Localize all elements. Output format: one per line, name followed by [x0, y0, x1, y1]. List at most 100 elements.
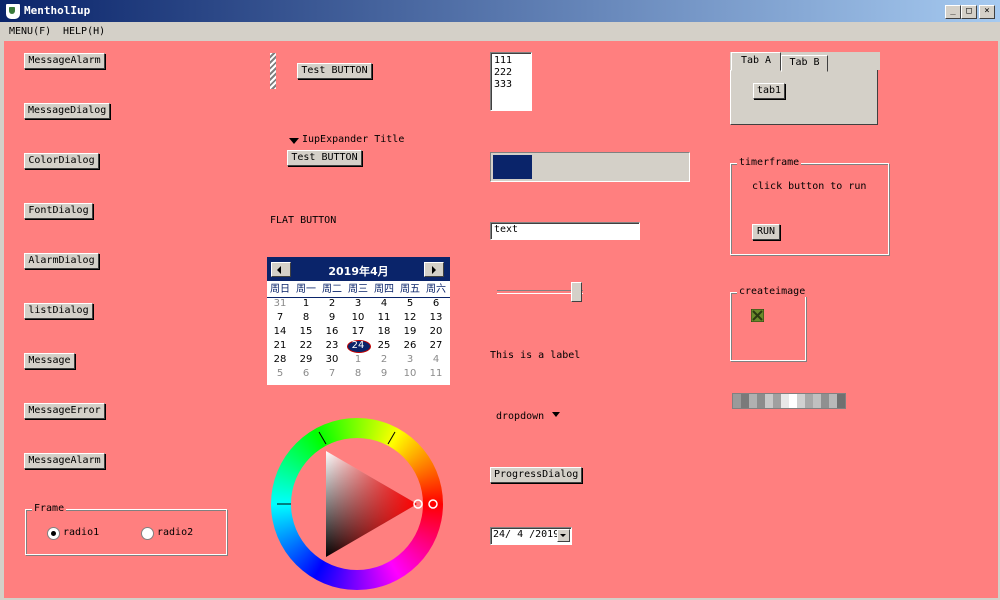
message-alarm-button-2[interactable]: MessageAlarm	[24, 453, 105, 469]
calendar-day[interactable]: 15	[293, 325, 319, 339]
calendar-day[interactable]: 20	[423, 325, 449, 339]
calendar-day[interactable]: 22	[293, 339, 319, 353]
calendar-day[interactable]: 9	[371, 367, 397, 381]
message-dialog-button[interactable]: MessageDialog	[24, 103, 110, 119]
calendar-day[interactable]: 12	[397, 311, 423, 325]
calendar-day[interactable]: 3	[345, 297, 371, 311]
createimage-frame: createimage	[730, 286, 808, 361]
calendar-day[interactable]: 4	[371, 297, 397, 311]
menu-item-menu[interactable]: MENU(F)	[9, 26, 51, 37]
message-button[interactable]: Message	[24, 353, 75, 369]
calendar-day[interactable]: 11	[371, 311, 397, 325]
minimize-button[interactable]: _	[945, 5, 961, 19]
date-picker[interactable]: 24/ 4 /2019	[490, 527, 572, 545]
dropdown[interactable]: dropdown	[496, 411, 544, 422]
gray-swatch	[781, 394, 789, 408]
slider-thumb[interactable]	[571, 282, 582, 302]
timer-frame: timerframe	[730, 157, 889, 255]
calendar-day[interactable]: 7	[267, 311, 293, 325]
hue-picker-marker	[428, 499, 438, 509]
expander-toggle-icon[interactable]	[289, 138, 299, 144]
calendar-day[interactable]: 10	[345, 311, 371, 325]
calendar-day[interactable]: 25	[371, 339, 397, 353]
calendar-day[interactable]: 21	[267, 339, 293, 353]
calendar-day[interactable]: 4	[423, 353, 449, 367]
gray-swatch	[749, 394, 757, 408]
test-button[interactable]: Test BUTTON	[297, 63, 372, 79]
expander-test-button[interactable]: Test BUTTON	[287, 150, 362, 166]
weekday-label: 周三	[348, 284, 368, 295]
calendar-day[interactable]: 11	[423, 367, 449, 381]
calendar-day[interactable]: 2	[319, 297, 345, 311]
list-item[interactable]: 333	[494, 79, 512, 91]
calendar-day[interactable]: 2	[371, 353, 397, 367]
calendar-day[interactable]: 7	[319, 367, 345, 381]
radio2-button[interactable]	[141, 527, 154, 540]
calendar-next-icon[interactable]	[424, 262, 444, 277]
maximize-button[interactable]: □	[961, 5, 977, 19]
calendar-day[interactable]: 14	[267, 325, 293, 339]
progress-dialog-button[interactable]: ProgressDialog	[490, 467, 582, 483]
font-dialog-button[interactable]: FontDialog	[24, 203, 93, 219]
calendar-day[interactable]: 30	[319, 353, 345, 367]
calendar-day-today[interactable]: 24	[345, 339, 371, 353]
color-dialog-button[interactable]: ColorDialog	[24, 153, 99, 169]
calendar-day[interactable]: 16	[319, 325, 345, 339]
calendar-day[interactable]: 6	[293, 367, 319, 381]
radio1-button[interactable]	[47, 527, 60, 540]
message-alarm-button[interactable]: MessageAlarm	[24, 53, 105, 69]
alarm-dialog-button[interactable]: AlarmDialog	[24, 253, 99, 269]
calendar-day[interactable]: 23	[319, 339, 345, 353]
date-value: 24/ 4 /2019	[493, 529, 560, 540]
calendar-day[interactable]: 1	[345, 353, 371, 367]
app-shield-icon	[5, 3, 21, 20]
frame-title: Frame	[32, 503, 67, 514]
calendar-day[interactable]: 8	[293, 311, 319, 325]
gray-swatch	[813, 394, 821, 408]
flat-button[interactable]: FLAT BUTTON	[270, 215, 336, 226]
message-error-button[interactable]: MessageError	[24, 403, 105, 419]
list-dialog-button[interactable]: listDialog	[24, 303, 93, 319]
list-box[interactable]: 111 222 333	[490, 52, 532, 111]
calendar-month-title: 2019年4月	[328, 265, 389, 278]
calendar-week: 14 15 16 17 18 19 20	[267, 325, 450, 339]
list-item[interactable]: 222	[494, 67, 512, 79]
calendar-day[interactable]: 18	[371, 325, 397, 339]
calendar-day[interactable]: 13	[423, 311, 449, 325]
dropdown-arrow-icon[interactable]	[552, 412, 560, 417]
close-button[interactable]: ×	[979, 5, 995, 19]
calendar-day[interactable]: 31	[267, 297, 293, 311]
weekday-label: 周四	[374, 284, 394, 295]
tab-b[interactable]: Tab B	[781, 55, 828, 72]
calendar-day[interactable]: 9	[319, 311, 345, 325]
radio1-label: radio1	[63, 527, 100, 538]
calendar-day[interactable]: 8	[345, 367, 371, 381]
gray-swatch	[741, 394, 749, 408]
color-triangle[interactable]	[271, 418, 443, 590]
gray-swatch	[773, 394, 781, 408]
calendar-day[interactable]: 3	[397, 353, 423, 367]
text-input[interactable]: text	[490, 222, 640, 240]
calendar-day[interactable]: 27	[423, 339, 449, 353]
date-dropdown-button[interactable]	[557, 529, 570, 542]
calendar-day[interactable]: 17	[345, 325, 371, 339]
calendar-day[interactable]: 19	[397, 325, 423, 339]
calendar-day[interactable]: 5	[267, 367, 293, 381]
tab-a[interactable]: Tab A	[731, 52, 781, 71]
weekday-label: 周五	[400, 284, 420, 295]
expander-title[interactable]: IupExpander Title	[302, 134, 404, 145]
calendar-day[interactable]: 1	[293, 297, 319, 311]
weekday-label: 周二	[322, 284, 342, 295]
menu-item-help[interactable]: HELP(H)	[63, 26, 105, 37]
list-item[interactable]: 111	[494, 55, 512, 67]
slider[interactable]	[497, 282, 587, 302]
calendar-day[interactable]: 26	[397, 339, 423, 353]
calendar-day[interactable]: 5	[397, 297, 423, 311]
sash-handle[interactable]	[270, 53, 276, 89]
calendar-day[interactable]: 10	[397, 367, 423, 381]
calendar-day[interactable]: 6	[423, 297, 449, 311]
run-button[interactable]: RUN	[752, 224, 780, 240]
tab1-button[interactable]: tab1	[753, 83, 785, 99]
calendar-day[interactable]: 28	[267, 353, 293, 367]
calendar-day[interactable]: 29	[293, 353, 319, 367]
